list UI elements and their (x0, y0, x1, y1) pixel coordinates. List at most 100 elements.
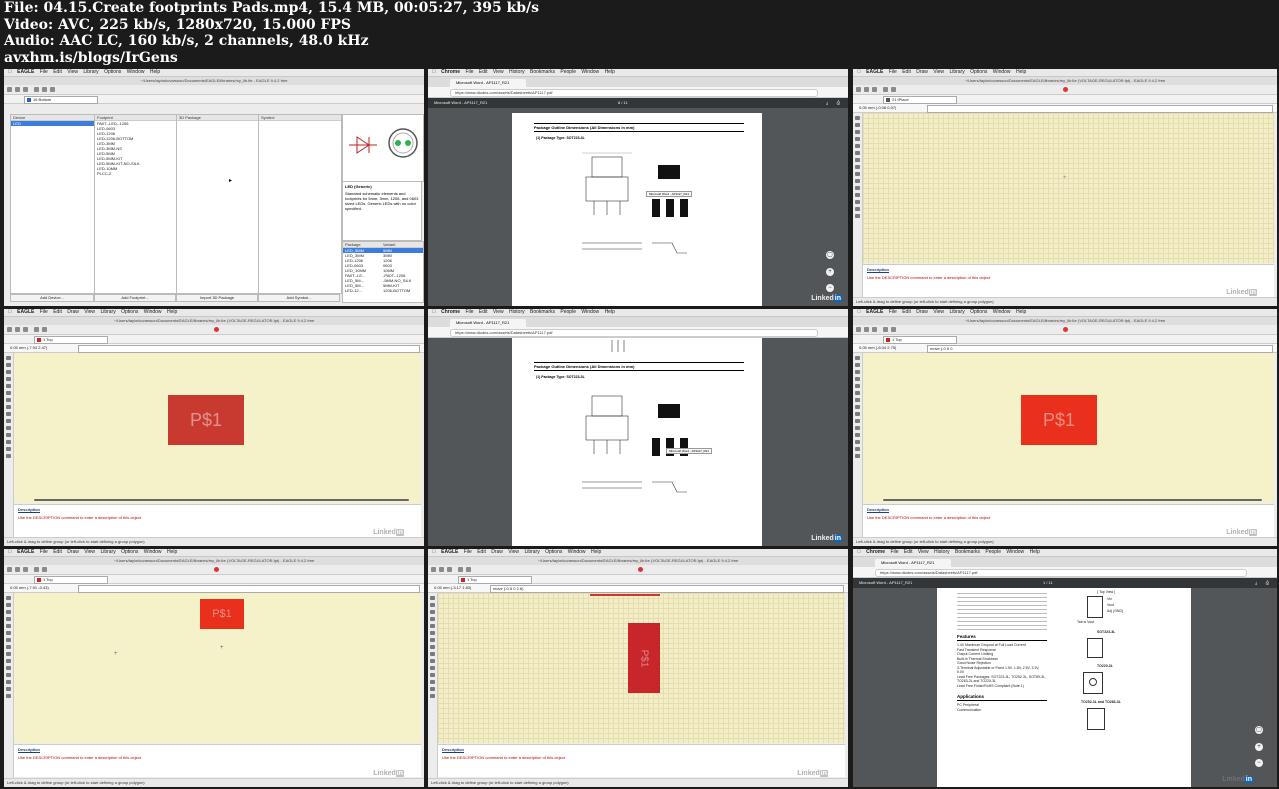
save-icon[interactable] (864, 327, 869, 332)
open-icon[interactable] (7, 567, 12, 572)
fit-page-button[interactable]: ▢ (826, 251, 834, 259)
description-heading[interactable]: Description (18, 747, 421, 752)
save-icon[interactable] (15, 327, 20, 332)
menu-file[interactable]: File (40, 309, 48, 315)
smd-pad[interactable]: P$1 (628, 623, 660, 693)
menu-help[interactable]: Help (591, 549, 601, 555)
menu-chrome[interactable]: Chrome (441, 309, 460, 315)
menu-chrome[interactable]: Chrome (441, 69, 460, 75)
menu-file[interactable]: File (464, 549, 472, 555)
menu-edit[interactable]: Edit (53, 69, 62, 75)
download-icon[interactable]: ⤓ (826, 98, 828, 108)
stop-icon[interactable] (214, 327, 219, 332)
save-icon[interactable] (15, 87, 20, 92)
footprint-list[interactable]: Footprint PA0T--LED--1206 LED-0603 LED-1… (94, 114, 178, 294)
browser-tab[interactable]: Microsoft Word - AP1117_R21 (450, 79, 526, 87)
menu-draw[interactable]: Draw (916, 309, 928, 315)
add-device-button[interactable]: Add Device... (10, 294, 94, 302)
redo-icon[interactable] (42, 327, 47, 332)
menu-library[interactable]: Library (949, 309, 964, 315)
menu-eagle[interactable]: EAGLE (17, 549, 34, 555)
add-footprint-button[interactable]: Add Footprint... (94, 294, 176, 302)
menu-file[interactable]: File (889, 69, 897, 75)
smd-pad[interactable]: P$1 (168, 395, 244, 445)
menu-file[interactable]: File (40, 69, 48, 75)
menu-options[interactable]: Options (121, 309, 138, 315)
undo-icon[interactable] (34, 327, 39, 332)
menu-draw[interactable]: Draw (491, 549, 503, 555)
undo-icon[interactable] (883, 327, 888, 332)
print-icon[interactable]: ⎙ (837, 98, 840, 108)
import-3d-package-button[interactable]: Import 3D Package (176, 294, 258, 302)
open-icon[interactable] (431, 567, 436, 572)
zoom-in-button[interactable]: + (1255, 743, 1263, 751)
browser-tab[interactable]: Microsoft Word - AP1117_R21 (450, 319, 526, 327)
layer-select[interactable]: 16 Bottom (24, 96, 98, 104)
stop-icon[interactable] (638, 567, 643, 572)
variant-table[interactable]: Package Variant LED_5MM 5MM LED_3MM 3MM LED… (342, 241, 424, 303)
horizontal-scrollbar[interactable] (883, 499, 1262, 501)
menu-edit[interactable]: Edit (902, 69, 911, 75)
url-input[interactable]: https://www.diodes.com/assets/Datasheets… (875, 569, 1247, 577)
menu-window[interactable]: Window (581, 309, 599, 315)
undo-icon[interactable] (34, 567, 39, 572)
menu-file[interactable]: File (890, 549, 898, 555)
horizontal-scrollbar[interactable] (34, 499, 409, 501)
menu-options[interactable]: Options (121, 549, 138, 555)
menu-view[interactable]: View (508, 549, 519, 555)
browser-tab[interactable]: Microsoft Word - AP1117_R21 (875, 559, 951, 567)
print-icon[interactable]: ⎙ (1266, 578, 1269, 588)
redo-icon[interactable] (50, 87, 55, 92)
command-line[interactable] (78, 345, 420, 353)
menu-help[interactable]: Help (605, 69, 615, 75)
menu-library[interactable]: Library (100, 549, 115, 555)
menu-library[interactable]: Library (100, 309, 115, 315)
menu-eagle[interactable]: EAGLE (866, 69, 883, 75)
menu-eagle[interactable]: EAGLE (866, 309, 883, 315)
menu-history[interactable]: History (509, 309, 525, 315)
menu-draw[interactable]: Draw (916, 69, 928, 75)
menu-history[interactable]: History (934, 549, 950, 555)
print-icon[interactable] (23, 567, 28, 572)
open-icon[interactable] (856, 87, 861, 92)
command-line[interactable] (927, 105, 1273, 113)
description-heading[interactable]: Description (442, 747, 845, 752)
fit-page-button[interactable]: ▢ (1255, 726, 1263, 734)
save-icon[interactable] (864, 87, 869, 92)
menu-window[interactable]: Window (127, 69, 145, 75)
drawing-canvas[interactable]: P$1 (14, 353, 421, 503)
menu-bookmarks[interactable]: Bookmarks (530, 309, 555, 315)
menu-people[interactable]: People (560, 69, 576, 75)
menu-view[interactable]: View (84, 549, 95, 555)
menu-view[interactable]: View (918, 549, 929, 555)
description-heading[interactable]: Description (867, 267, 1274, 272)
description-heading[interactable]: Description (867, 507, 1274, 512)
menu-view[interactable]: View (933, 309, 944, 315)
add-symbol-button[interactable]: Add Symbol... (258, 294, 340, 302)
menu-library[interactable]: Library (83, 69, 98, 75)
stop-icon[interactable] (214, 567, 219, 572)
menu-draw[interactable]: Draw (67, 309, 79, 315)
menu-edit[interactable]: Edit (53, 549, 62, 555)
menu-file[interactable]: File (465, 69, 473, 75)
menu-options[interactable]: Options (545, 549, 562, 555)
layer-select[interactable]: 1 Top (883, 336, 957, 344)
menu-eagle[interactable]: EAGLE (441, 549, 458, 555)
menu-help[interactable]: Help (167, 309, 177, 315)
menu-options[interactable]: Options (104, 69, 121, 75)
menu-window[interactable]: Window (581, 69, 599, 75)
menu-window[interactable]: Window (144, 309, 162, 315)
smd-pad[interactable]: P$1 (200, 599, 244, 629)
menu-bookmarks[interactable]: Bookmarks (530, 69, 555, 75)
menu-history[interactable]: History (509, 69, 525, 75)
drawing-canvas[interactable]: P$1 + + (14, 593, 421, 743)
layer-select[interactable]: 1 Top (34, 336, 108, 344)
redo-icon[interactable] (466, 567, 471, 572)
save-icon[interactable] (15, 567, 20, 572)
menu-people[interactable]: People (985, 549, 1001, 555)
menu-eagle[interactable]: EAGLE (17, 309, 34, 315)
menu-help[interactable]: Help (1016, 309, 1026, 315)
menu-window[interactable]: Window (993, 309, 1011, 315)
redo-icon[interactable] (891, 327, 896, 332)
redo-icon[interactable] (42, 567, 47, 572)
